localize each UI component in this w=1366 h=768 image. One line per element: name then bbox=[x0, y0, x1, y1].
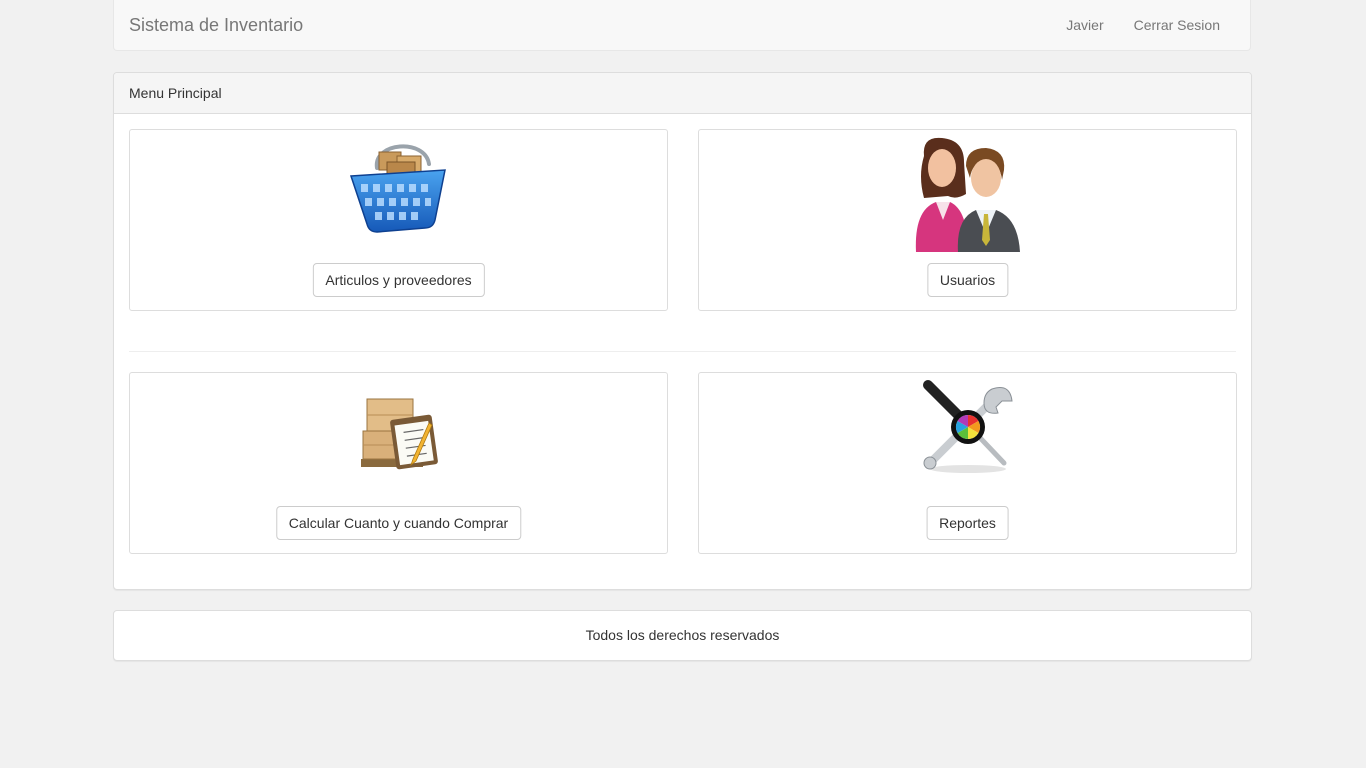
navbar: Sistema de Inventario Javier Cerrar Sesi… bbox=[113, 0, 1251, 51]
tools-color-wheel-icon bbox=[922, 380, 1013, 473]
card-articulos: Articulos y proveedores bbox=[129, 129, 668, 311]
card-usuarios: Usuarios bbox=[698, 129, 1237, 311]
panel-heading: Menu Principal bbox=[114, 73, 1251, 114]
user-link[interactable]: Javier bbox=[1051, 0, 1118, 50]
section-divider bbox=[129, 351, 1236, 352]
card-reportes: Reportes bbox=[698, 372, 1237, 554]
card-calcular: Calcular Cuanto y cuando Comprar bbox=[129, 372, 668, 554]
users-icon bbox=[915, 137, 1020, 252]
calcular-button[interactable]: Calcular Cuanto y cuando Comprar bbox=[275, 506, 522, 540]
footer-text: Todos los derechos reservados bbox=[585, 627, 780, 643]
reportes-button[interactable]: Reportes bbox=[926, 506, 1009, 540]
usuarios-button[interactable]: Usuarios bbox=[926, 263, 1009, 297]
footer: Todos los derechos reservados bbox=[113, 610, 1252, 661]
main-menu-panel: Menu Principal Articulos y proveedores U… bbox=[113, 72, 1252, 590]
articulos-button[interactable]: Articulos y proveedores bbox=[312, 263, 485, 297]
brand-link[interactable]: Sistema de Inventario bbox=[129, 15, 303, 35]
nav-right: Javier Cerrar Sesion bbox=[1051, 0, 1235, 50]
logout-link[interactable]: Cerrar Sesion bbox=[1119, 0, 1235, 50]
boxes-clipboard-icon bbox=[360, 398, 438, 470]
shopping-basket-icon bbox=[349, 144, 446, 233]
